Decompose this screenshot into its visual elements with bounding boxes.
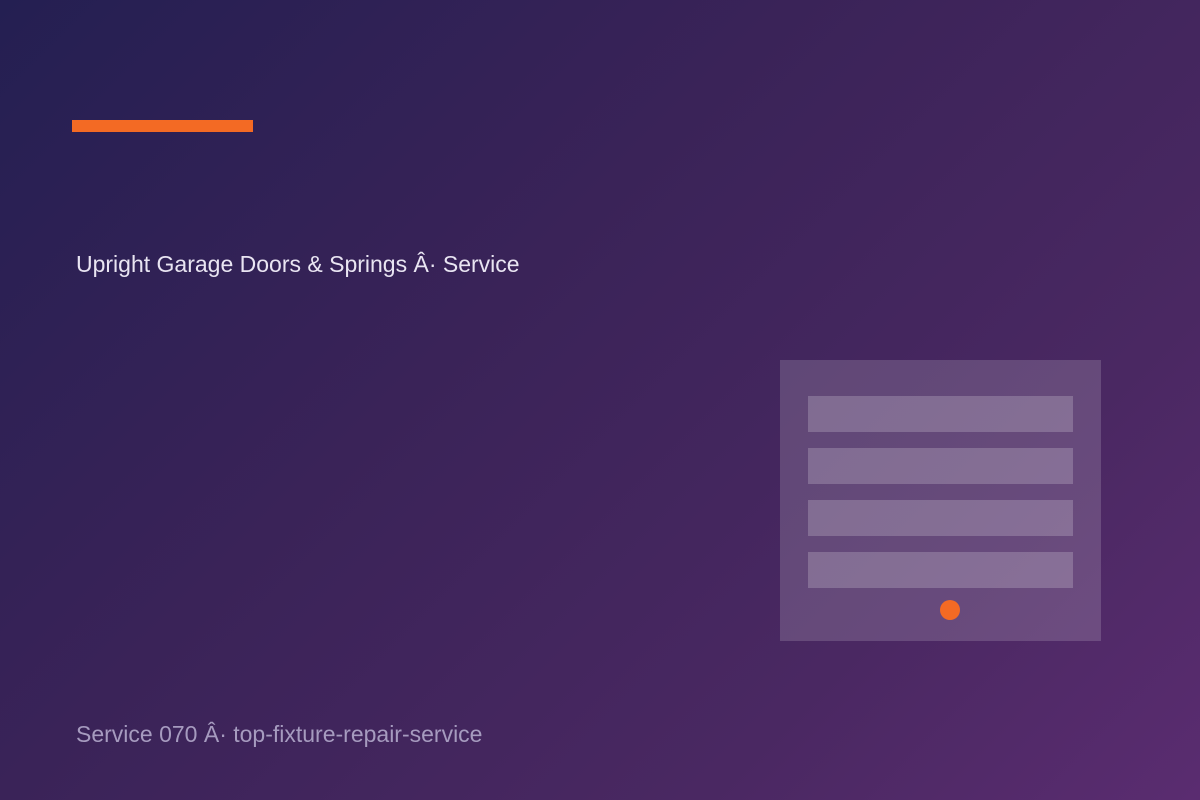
footer-caption: Service 070 Â· top-fixture-repair-servic… (76, 721, 483, 747)
accent-bar (72, 120, 253, 132)
door-panel (808, 396, 1073, 432)
door-panel (808, 552, 1073, 588)
door-panel (808, 500, 1073, 536)
door-panel (808, 448, 1073, 484)
door-handle-icon (940, 600, 960, 620)
page-title: Upright Garage Doors & Springs Â· Servic… (76, 251, 520, 277)
garage-door-icon (780, 360, 1101, 641)
